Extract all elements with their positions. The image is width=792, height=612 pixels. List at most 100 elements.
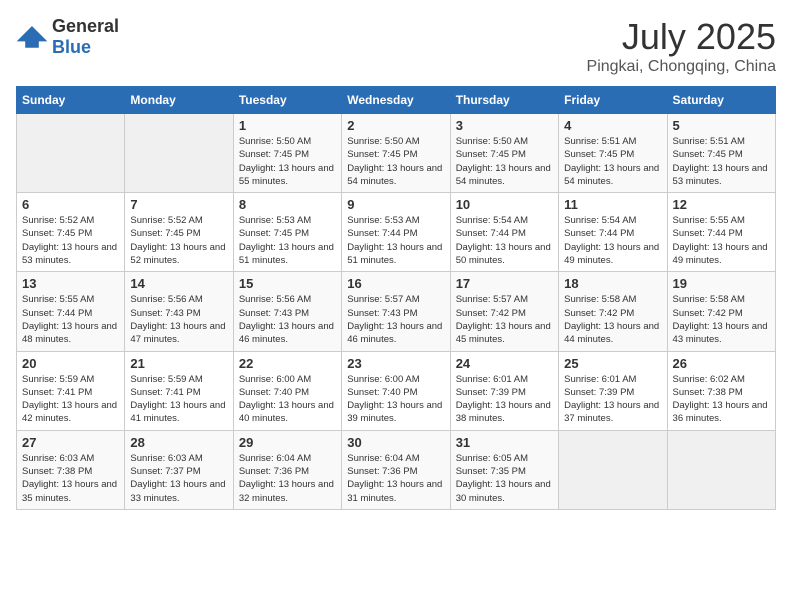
day-number: 4: [564, 118, 661, 133]
day-info: Sunrise: 6:00 AM Sunset: 7:40 PM Dayligh…: [239, 373, 336, 426]
calendar-cell: 3 Sunrise: 5:50 AM Sunset: 7:45 PM Daylig…: [450, 114, 558, 193]
day-info: Sunrise: 5:57 AM Sunset: 7:43 PM Dayligh…: [347, 293, 444, 346]
day-number: 16: [347, 276, 444, 291]
calendar-table: SundayMondayTuesdayWednesdayThursdayFrid…: [16, 86, 776, 510]
day-number: 23: [347, 356, 444, 371]
day-info: Sunrise: 6:03 AM Sunset: 7:37 PM Dayligh…: [130, 452, 227, 505]
calendar-cell: 21 Sunrise: 5:59 AM Sunset: 7:41 PM Dayli…: [125, 351, 233, 430]
calendar-cell: 8Sunrise: 5:53 AM Sunset: 7:45 PM Daylig…: [233, 193, 341, 272]
day-info: Sunrise: 5:50 AM Sunset: 7:45 PM Dayligh…: [347, 135, 444, 188]
calendar-cell: [17, 114, 125, 193]
calendar-cell: 14Sunrise: 5:56 AM Sunset: 7:43 PM Dayli…: [125, 272, 233, 351]
calendar-cell: 19 Sunrise: 5:58 AM Sunset: 7:42 PM Dayli…: [667, 272, 775, 351]
day-number: 1: [239, 118, 336, 133]
day-info: Sunrise: 5:54 AM Sunset: 7:44 PM Dayligh…: [564, 214, 661, 267]
day-info: Sunrise: 6:03 AM Sunset: 7:38 PM Dayligh…: [22, 452, 119, 505]
day-number: 14: [130, 276, 227, 291]
calendar-cell: 30 Sunrise: 6:04 AM Sunset: 7:36 PM Dayli…: [342, 430, 450, 509]
calendar-cell: 25 Sunrise: 6:01 AM Sunset: 7:39 PM Dayli…: [559, 351, 667, 430]
calendar-cell: 27 Sunrise: 6:03 AM Sunset: 7:38 PM Dayli…: [17, 430, 125, 509]
calendar-cell: 11 Sunrise: 5:54 AM Sunset: 7:44 PM Dayli…: [559, 193, 667, 272]
day-number: 27: [22, 435, 119, 450]
day-info: Sunrise: 6:01 AM Sunset: 7:39 PM Dayligh…: [564, 373, 661, 426]
calendar-cell: [667, 430, 775, 509]
day-number: 21: [130, 356, 227, 371]
day-number: 19: [673, 276, 770, 291]
day-number: 25: [564, 356, 661, 371]
day-number: 22: [239, 356, 336, 371]
calendar-cell: 28Sunrise: 6:03 AM Sunset: 7:37 PM Dayli…: [125, 430, 233, 509]
day-info: Sunrise: 5:52 AM Sunset: 7:45 PM Dayligh…: [22, 214, 119, 267]
calendar-cell: 16 Sunrise: 5:57 AM Sunset: 7:43 PM Dayli…: [342, 272, 450, 351]
subtitle: Pingkai, Chongqing, China: [587, 58, 776, 76]
day-number: 3: [456, 118, 553, 133]
logo-text: General Blue: [52, 16, 119, 58]
calendar-week-row: 6 Sunrise: 5:52 AM Sunset: 7:45 PM Daylig…: [17, 193, 776, 272]
logo-general: General: [52, 16, 119, 36]
day-info: Sunrise: 5:55 AM Sunset: 7:44 PM Dayligh…: [673, 214, 770, 267]
day-info: Sunrise: 5:53 AM Sunset: 7:44 PM Dayligh…: [347, 214, 444, 267]
weekday-header-row: SundayMondayTuesdayWednesdayThursdayFrid…: [17, 87, 776, 114]
day-info: Sunrise: 5:58 AM Sunset: 7:42 PM Dayligh…: [673, 293, 770, 346]
weekday-header: Friday: [559, 87, 667, 114]
calendar-cell: 2 Sunrise: 5:50 AM Sunset: 7:45 PM Daylig…: [342, 114, 450, 193]
day-number: 6: [22, 197, 119, 212]
calendar-cell: 23 Sunrise: 6:00 AM Sunset: 7:40 PM Dayli…: [342, 351, 450, 430]
calendar-week-row: 27 Sunrise: 6:03 AM Sunset: 7:38 PM Dayli…: [17, 430, 776, 509]
day-info: Sunrise: 6:02 AM Sunset: 7:38 PM Dayligh…: [673, 373, 770, 426]
calendar-cell: 20 Sunrise: 5:59 AM Sunset: 7:41 PM Dayli…: [17, 351, 125, 430]
day-info: Sunrise: 6:04 AM Sunset: 7:36 PM Dayligh…: [347, 452, 444, 505]
day-number: 17: [456, 276, 553, 291]
day-info: Sunrise: 5:59 AM Sunset: 7:41 PM Dayligh…: [22, 373, 119, 426]
calendar-cell: 15 Sunrise: 5:56 AM Sunset: 7:43 PM Dayli…: [233, 272, 341, 351]
day-info: Sunrise: 5:54 AM Sunset: 7:44 PM Dayligh…: [456, 214, 553, 267]
day-number: 7: [130, 197, 227, 212]
day-info: Sunrise: 5:57 AM Sunset: 7:42 PM Dayligh…: [456, 293, 553, 346]
calendar-week-row: 1 Sunrise: 5:50 AM Sunset: 7:45 PM Daylig…: [17, 114, 776, 193]
day-number: 12: [673, 197, 770, 212]
day-info: Sunrise: 5:51 AM Sunset: 7:45 PM Dayligh…: [673, 135, 770, 188]
calendar-cell: 7Sunrise: 5:52 AM Sunset: 7:45 PM Daylig…: [125, 193, 233, 272]
calendar-week-row: 13Sunrise: 5:55 AM Sunset: 7:44 PM Dayli…: [17, 272, 776, 351]
day-number: 26: [673, 356, 770, 371]
day-number: 9: [347, 197, 444, 212]
calendar-cell: 12 Sunrise: 5:55 AM Sunset: 7:44 PM Dayli…: [667, 193, 775, 272]
day-number: 20: [22, 356, 119, 371]
day-number: 5: [673, 118, 770, 133]
day-info: Sunrise: 5:56 AM Sunset: 7:43 PM Dayligh…: [239, 293, 336, 346]
calendar-cell: 29Sunrise: 6:04 AM Sunset: 7:36 PM Dayli…: [233, 430, 341, 509]
weekday-header: Sunday: [17, 87, 125, 114]
day-info: Sunrise: 5:50 AM Sunset: 7:45 PM Dayligh…: [456, 135, 553, 188]
main-title: July 2025: [587, 16, 776, 58]
calendar-cell: 9 Sunrise: 5:53 AM Sunset: 7:44 PM Daylig…: [342, 193, 450, 272]
day-info: Sunrise: 6:01 AM Sunset: 7:39 PM Dayligh…: [456, 373, 553, 426]
day-number: 31: [456, 435, 553, 450]
day-number: 10: [456, 197, 553, 212]
logo: General Blue: [16, 16, 119, 58]
calendar-cell: 6 Sunrise: 5:52 AM Sunset: 7:45 PM Daylig…: [17, 193, 125, 272]
day-number: 11: [564, 197, 661, 212]
weekday-header: Tuesday: [233, 87, 341, 114]
day-number: 15: [239, 276, 336, 291]
weekday-header: Thursday: [450, 87, 558, 114]
calendar-cell: 5 Sunrise: 5:51 AM Sunset: 7:45 PM Daylig…: [667, 114, 775, 193]
day-number: 13: [22, 276, 119, 291]
day-number: 29: [239, 435, 336, 450]
day-info: Sunrise: 6:00 AM Sunset: 7:40 PM Dayligh…: [347, 373, 444, 426]
weekday-header: Monday: [125, 87, 233, 114]
weekday-header: Wednesday: [342, 87, 450, 114]
day-info: Sunrise: 5:50 AM Sunset: 7:45 PM Dayligh…: [239, 135, 336, 188]
calendar-cell: 26 Sunrise: 6:02 AM Sunset: 7:38 PM Dayli…: [667, 351, 775, 430]
calendar-cell: 13Sunrise: 5:55 AM Sunset: 7:44 PM Dayli…: [17, 272, 125, 351]
day-number: 24: [456, 356, 553, 371]
calendar-cell: 10 Sunrise: 5:54 AM Sunset: 7:44 PM Dayli…: [450, 193, 558, 272]
calendar-cell: 18Sunrise: 5:58 AM Sunset: 7:42 PM Dayli…: [559, 272, 667, 351]
logo-blue: Blue: [52, 37, 91, 57]
calendar-cell: [559, 430, 667, 509]
day-info: Sunrise: 5:59 AM Sunset: 7:41 PM Dayligh…: [130, 373, 227, 426]
calendar-cell: 31Sunrise: 6:05 AM Sunset: 7:35 PM Dayli…: [450, 430, 558, 509]
calendar-cell: 17 Sunrise: 5:57 AM Sunset: 7:42 PM Dayli…: [450, 272, 558, 351]
day-number: 2: [347, 118, 444, 133]
logo-icon: [16, 25, 48, 49]
day-number: 30: [347, 435, 444, 450]
